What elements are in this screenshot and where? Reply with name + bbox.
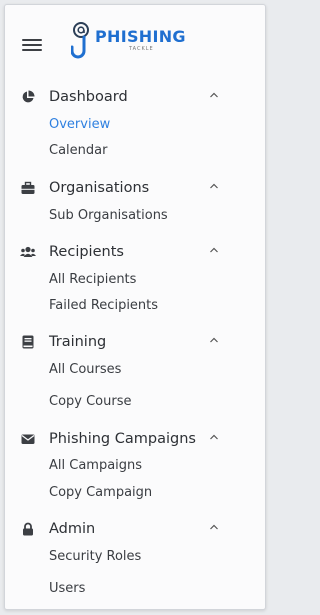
pie-chart-icon <box>22 90 35 103</box>
nav-section-label: Dashboard <box>49 89 128 105</box>
hamburger-menu-icon[interactable] <box>22 39 42 53</box>
nav-section-phishing-campaigns[interactable]: Phishing Campaigns <box>5 427 267 451</box>
chevron-up-icon[interactable] <box>209 336 219 344</box>
nav-item-overview[interactable]: Overview <box>49 116 110 134</box>
users-icon <box>20 246 36 257</box>
logo-text: PHISHING <box>95 27 186 46</box>
chevron-up-icon[interactable] <box>209 91 219 99</box>
nav-section-label: Phishing Campaigns <box>49 431 196 447</box>
phishing-tackle-logo[interactable]: PHISHING TACKLE <box>71 21 197 65</box>
lock-icon <box>23 522 33 536</box>
chevron-up-icon[interactable] <box>209 246 219 254</box>
briefcase-icon <box>21 181 35 194</box>
nav-section-recipients[interactable]: Recipients <box>5 240 267 264</box>
nav-section-dashboard[interactable]: Dashboard <box>5 85 267 109</box>
nav-item-security-roles[interactable]: Security Roles <box>49 548 141 566</box>
book-icon <box>22 335 34 349</box>
nav-item-all-campaigns[interactable]: All Campaigns <box>49 457 142 475</box>
nav-section-label: Admin <box>49 521 96 537</box>
nav-section-training[interactable]: Training <box>5 330 267 354</box>
nav-section-label: Organisations <box>49 180 150 196</box>
chevron-up-icon[interactable] <box>209 182 219 190</box>
chevron-up-icon[interactable] <box>209 523 219 531</box>
nav-section-organisations[interactable]: Organisations <box>5 176 267 200</box>
nav-item-calendar[interactable]: Calendar <box>49 142 107 160</box>
nav-section-label: Training <box>49 334 107 350</box>
envelope-icon <box>21 434 35 444</box>
nav-item-copy-campaign[interactable]: Copy Campaign <box>49 484 152 502</box>
nav-item-copy-course[interactable]: Copy Course <box>49 393 132 411</box>
nav-item-users[interactable]: Users <box>49 580 85 598</box>
sidebar-panel: PHISHING TACKLE Dashboard Overview Calen… <box>4 4 266 610</box>
chevron-up-icon[interactable] <box>209 433 219 441</box>
nav-item-sub-organisations[interactable]: Sub Organisations <box>49 207 168 225</box>
nav-item-all-recipients[interactable]: All Recipients <box>49 271 136 289</box>
nav-item-all-courses[interactable]: All Courses <box>49 361 121 379</box>
nav-item-failed-recipients[interactable]: Failed Recipients <box>49 297 158 315</box>
logo-subtext: TACKLE <box>129 46 154 52</box>
nav-section-label: Recipients <box>49 244 124 260</box>
nav-section-admin[interactable]: Admin <box>5 517 267 541</box>
